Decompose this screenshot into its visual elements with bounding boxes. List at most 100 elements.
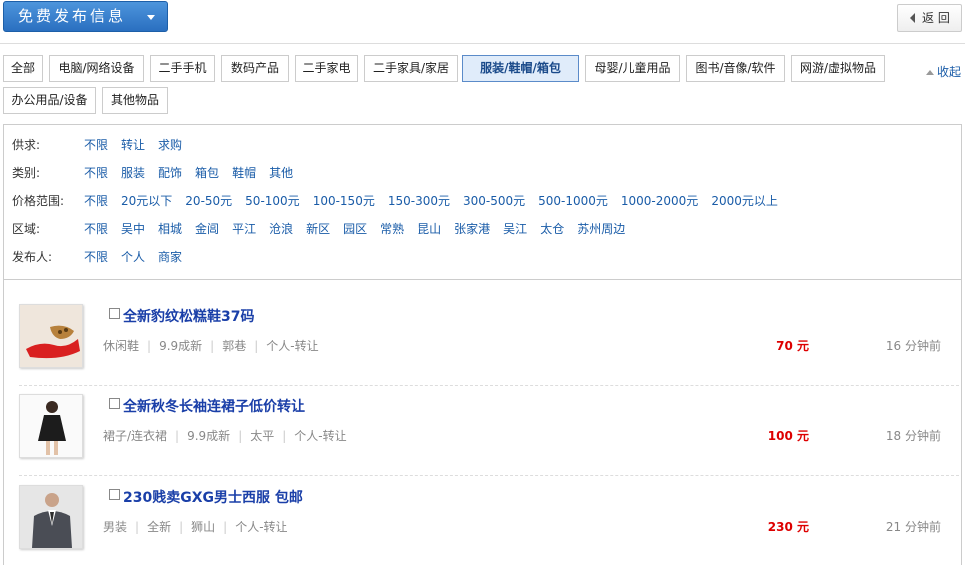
category-tab[interactable]: 网游/虚拟物品 (791, 55, 885, 82)
filter-label: 区域: (12, 222, 41, 236)
listing-meta: 男装 | 全新 | 狮山 | 个人-转让 (103, 518, 288, 535)
category-tab[interactable]: 办公用品/设备 (3, 87, 96, 114)
filter-option[interactable]: 平江 (232, 220, 256, 238)
filter-row: 发布人: 不限 个人 商家 (12, 248, 195, 266)
category-tab[interactable]: 图书/音像/软件 (686, 55, 785, 82)
listing-meta: 休闲鞋 | 9.9成新 | 郭巷 | 个人-转让 (103, 337, 319, 354)
filter-label: 价格范围: (12, 194, 65, 208)
filter-option[interactable]: 2000元以上 (711, 192, 778, 210)
filter-option[interactable]: 不限 (84, 164, 108, 182)
filter-option[interactable]: 转让 (121, 136, 145, 154)
meta-separator: | (175, 429, 180, 443)
filter-option[interactable]: 1000-2000元 (621, 192, 698, 210)
filter-option[interactable]: 不限 (84, 220, 108, 238)
dress-thumbnail[interactable] (19, 394, 83, 458)
filter-option[interactable]: 新区 (306, 220, 330, 238)
filter-option[interactable]: 其他 (269, 164, 293, 182)
meta-value: 个人-转让 (235, 520, 288, 534)
back-button-label: 返 回 (922, 11, 950, 25)
listing-title-link[interactable]: 230贱卖GXG男士西服 包邮 (123, 487, 303, 507)
filter-option[interactable]: 商家 (158, 248, 182, 266)
filter-row: 类别: 不限 服装 配饰 箱包 鞋帽 其他 (12, 164, 306, 182)
filter-row: 价格范围: 不限 20元以下 20-50元 50-100元 100-150元 150-300… (12, 192, 791, 210)
filter-label: 类别: (12, 166, 41, 180)
select-checkbox[interactable] (109, 308, 120, 319)
listing-title-link[interactable]: 全新豹纹松糕鞋37码 (123, 306, 254, 326)
meta-value: 男装 (103, 520, 128, 534)
filter-option[interactable]: 服装 (121, 164, 145, 182)
listing-meta: 裙子/连衣裙 | 9.9成新 | 太平 | 个人-转让 (103, 427, 347, 444)
listing-time: 16 分钟前 (885, 339, 941, 353)
filter-option[interactable]: 太仓 (540, 220, 564, 238)
meta-separator: | (238, 429, 243, 443)
filter-row: 供求: 不限 转让 求购 (12, 136, 195, 154)
listing-price: 70 元 (776, 339, 809, 353)
meta-value: 全新 (147, 520, 172, 534)
post-button-label: 免费发布信息 (18, 7, 127, 25)
listing-title-link[interactable]: 全新秋冬长袖连裙子低价转让 (123, 396, 305, 416)
filter-option[interactable]: 50-100元 (245, 192, 300, 210)
filter-label: 供求: (12, 138, 41, 152)
meta-value: 个人-转让 (294, 429, 347, 443)
meta-separator: | (135, 520, 140, 534)
category-tab[interactable]: 数码产品 (221, 55, 289, 82)
filter-option[interactable]: 园区 (343, 220, 367, 238)
filter-option[interactable]: 不限 (84, 192, 108, 210)
meta-separator: | (210, 339, 215, 353)
list-item: 全新豹纹松糕鞋37码 休闲鞋 | 9.9成新 | 郭巷 | 个人-转让 70 元 16 分钟前 (19, 296, 959, 386)
filter-label: 发布人: (12, 250, 53, 264)
filter-option[interactable]: 沧浪 (269, 220, 293, 238)
filter-row: 区域: 不限 吴中 相城 金阊 平江 沧浪 新区 园区 常熟 昆山 张家港 吴江 太仓 苏州周边 (12, 220, 638, 238)
category-tab[interactable]: 二手家电 (295, 55, 358, 82)
filter-option[interactable]: 吴江 (503, 220, 527, 238)
back-button[interactable]: 返 回 (897, 4, 962, 32)
filter-option[interactable]: 金阊 (195, 220, 219, 238)
meta-value: 太平 (250, 429, 275, 443)
filter-option[interactable]: 150-300元 (388, 192, 450, 210)
filter-option[interactable]: 箱包 (195, 164, 219, 182)
select-checkbox[interactable] (109, 489, 120, 500)
filter-option[interactable]: 500-1000元 (538, 192, 608, 210)
filter-option[interactable]: 张家港 (454, 220, 490, 238)
filter-panel: 供求: 不限 转让 求购 类别: 不限 服装 配饰 箱包 鞋帽 其他 价格范围: 不限 20元以下 20-5… (3, 124, 962, 280)
meta-value: 个人-转让 (266, 339, 319, 353)
meta-separator: | (179, 520, 184, 534)
filter-option[interactable]: 20-50元 (185, 192, 232, 210)
chevron-left-icon (910, 13, 915, 23)
filter-option[interactable]: 昆山 (417, 220, 441, 238)
post-free-info-button[interactable]: 免费发布信息 (3, 1, 168, 32)
meta-separator: | (147, 339, 152, 353)
filter-option[interactable]: 鞋帽 (232, 164, 256, 182)
filter-option[interactable]: 100-150元 (313, 192, 375, 210)
category-tab[interactable]: 电脑/网络设备 (49, 55, 144, 82)
filter-option[interactable]: 300-500元 (463, 192, 525, 210)
meta-value: 9.9成新 (187, 429, 231, 443)
collapse-label: 收起 (937, 65, 962, 79)
shoe-thumbnail[interactable] (19, 304, 83, 368)
filter-option[interactable]: 20元以下 (121, 192, 172, 210)
select-checkbox[interactable] (109, 398, 120, 409)
chevron-up-icon (926, 70, 934, 75)
filter-option[interactable]: 不限 (84, 248, 108, 266)
filter-option[interactable]: 吴中 (121, 220, 145, 238)
category-tab[interactable]: 服装/鞋帽/箱包 (462, 55, 579, 82)
category-tab[interactable]: 二手手机 (150, 55, 215, 82)
top-bar: 免费发布信息 返 回 (0, 0, 965, 44)
category-tab[interactable]: 其他物品 (102, 87, 168, 114)
filter-option[interactable]: 求购 (158, 136, 182, 154)
meta-separator: | (223, 520, 228, 534)
meta-value: 裙子/连衣裙 (103, 429, 168, 443)
suit-thumbnail[interactable] (19, 485, 83, 549)
category-tab[interactable]: 二手家具/家居 (364, 55, 458, 82)
meta-value: 9.9成新 (159, 339, 203, 353)
filter-option[interactable]: 相城 (158, 220, 182, 238)
category-tab[interactable]: 母婴/儿童用品 (585, 55, 680, 82)
collapse-link[interactable]: 收起 (926, 63, 961, 80)
filter-option[interactable]: 不限 (84, 136, 108, 154)
filter-option[interactable]: 配饰 (158, 164, 182, 182)
category-tab[interactable]: 全部 (3, 55, 43, 82)
filter-option[interactable]: 苏州周边 (577, 220, 625, 238)
filter-option[interactable]: 常熟 (380, 220, 404, 238)
filter-option[interactable]: 个人 (121, 248, 145, 266)
listing-time: 21 分钟前 (885, 520, 941, 534)
